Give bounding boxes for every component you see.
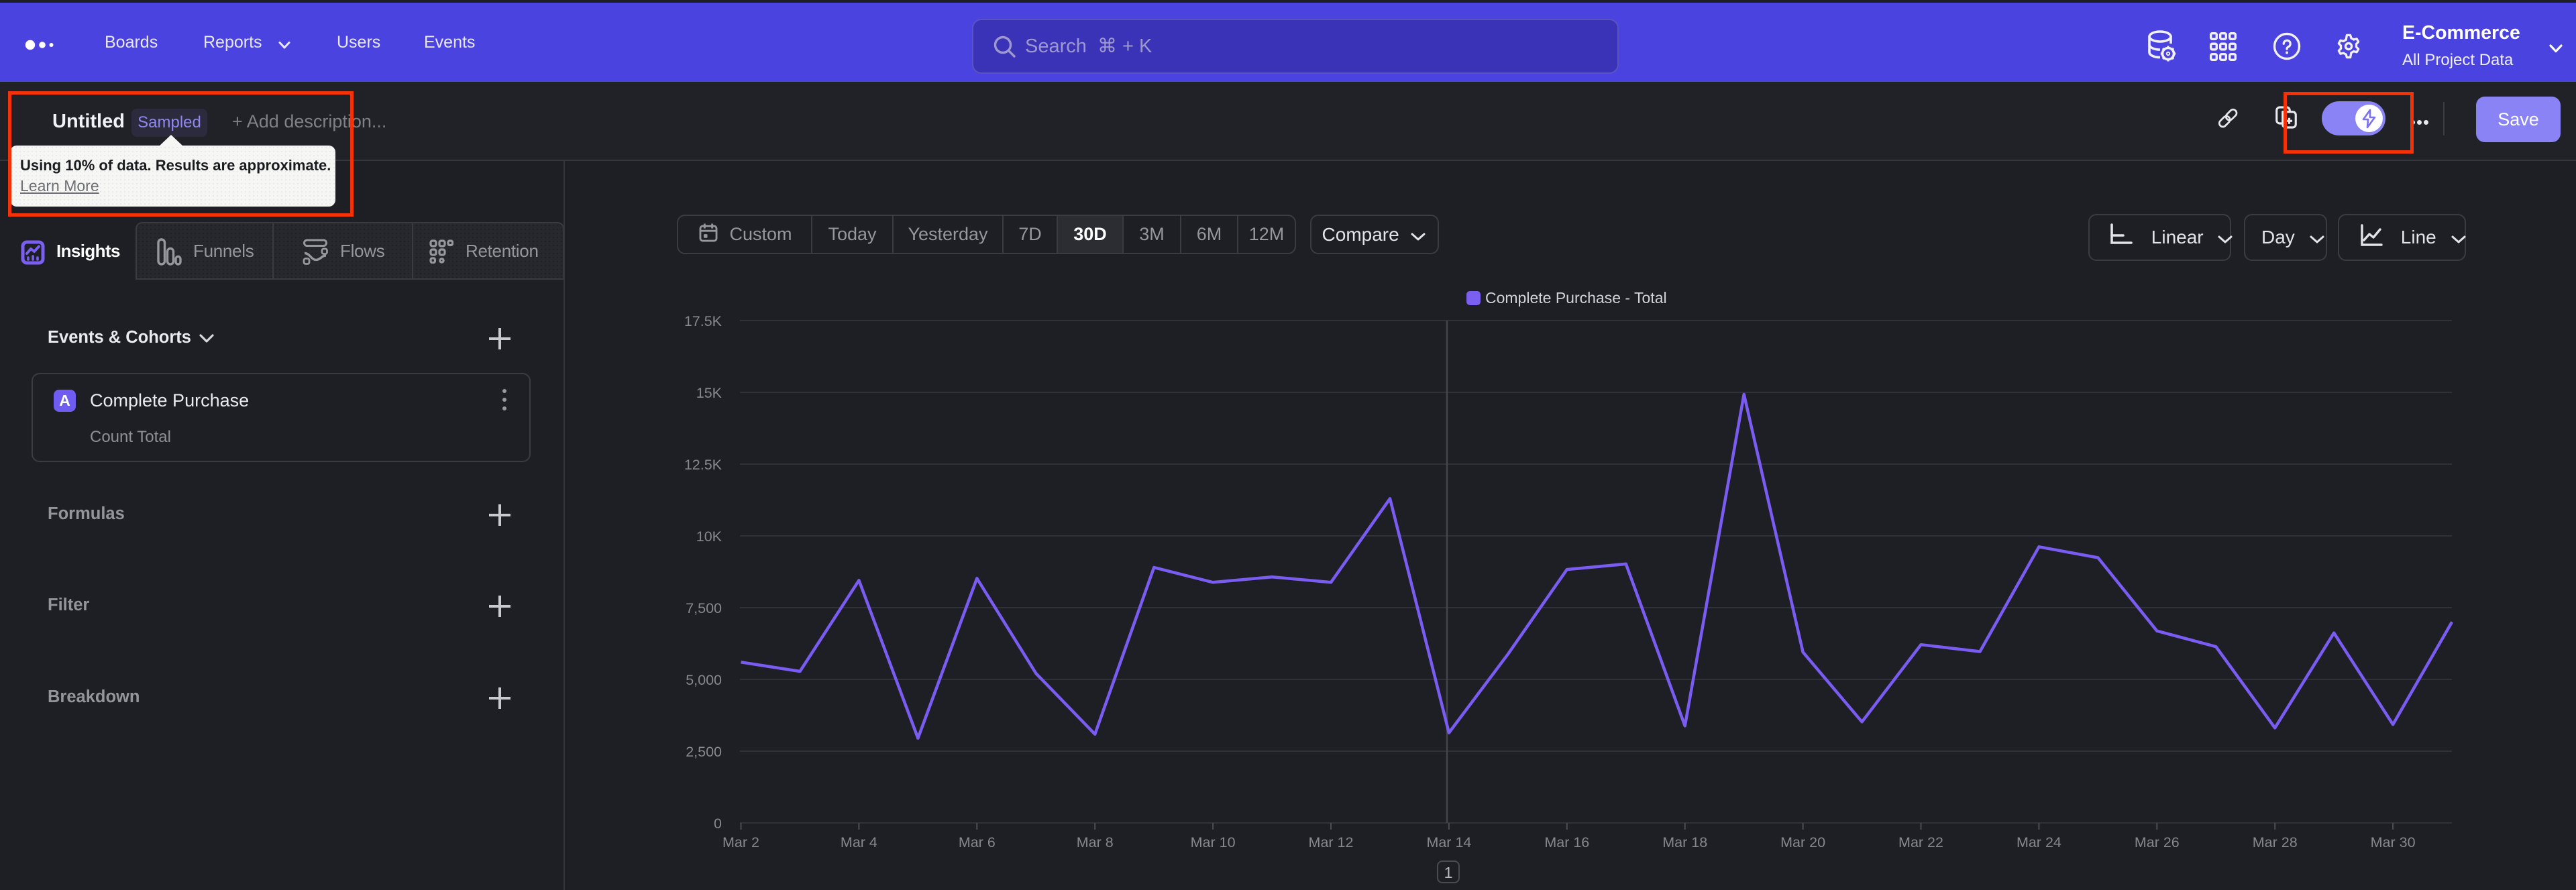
svg-text:Mar 24: Mar 24: [2017, 834, 2061, 850]
svg-text:10K: 10K: [696, 529, 722, 545]
svg-text:0: 0: [714, 816, 722, 832]
svg-text:15K: 15K: [696, 385, 722, 401]
svg-text:Mar 4: Mar 4: [841, 834, 877, 850]
svg-text:7,500: 7,500: [686, 600, 722, 616]
svg-text:Mar 6: Mar 6: [959, 834, 996, 850]
svg-text:Mar 16: Mar 16: [1544, 834, 1589, 850]
svg-text:Mar 10: Mar 10: [1191, 834, 1236, 850]
svg-text:Mar 20: Mar 20: [1780, 834, 1825, 850]
svg-text:Mar 22: Mar 22: [1898, 834, 1943, 850]
svg-text:Mar 26: Mar 26: [2135, 834, 2180, 850]
svg-text:5,000: 5,000: [686, 672, 722, 688]
svg-text:2,500: 2,500: [686, 744, 722, 760]
svg-text:17.5K: 17.5K: [684, 313, 722, 329]
svg-text:Mar 30: Mar 30: [2371, 834, 2416, 850]
svg-text:Mar 18: Mar 18: [1662, 834, 1707, 850]
svg-text:12.5K: 12.5K: [684, 457, 722, 473]
svg-text:Mar 12: Mar 12: [1309, 834, 1354, 850]
svg-text:Mar 14: Mar 14: [1426, 834, 1471, 850]
svg-text:Mar 28: Mar 28: [2253, 834, 2298, 850]
svg-text:Mar 2: Mar 2: [722, 834, 759, 850]
svg-text:Mar 8: Mar 8: [1077, 834, 1114, 850]
